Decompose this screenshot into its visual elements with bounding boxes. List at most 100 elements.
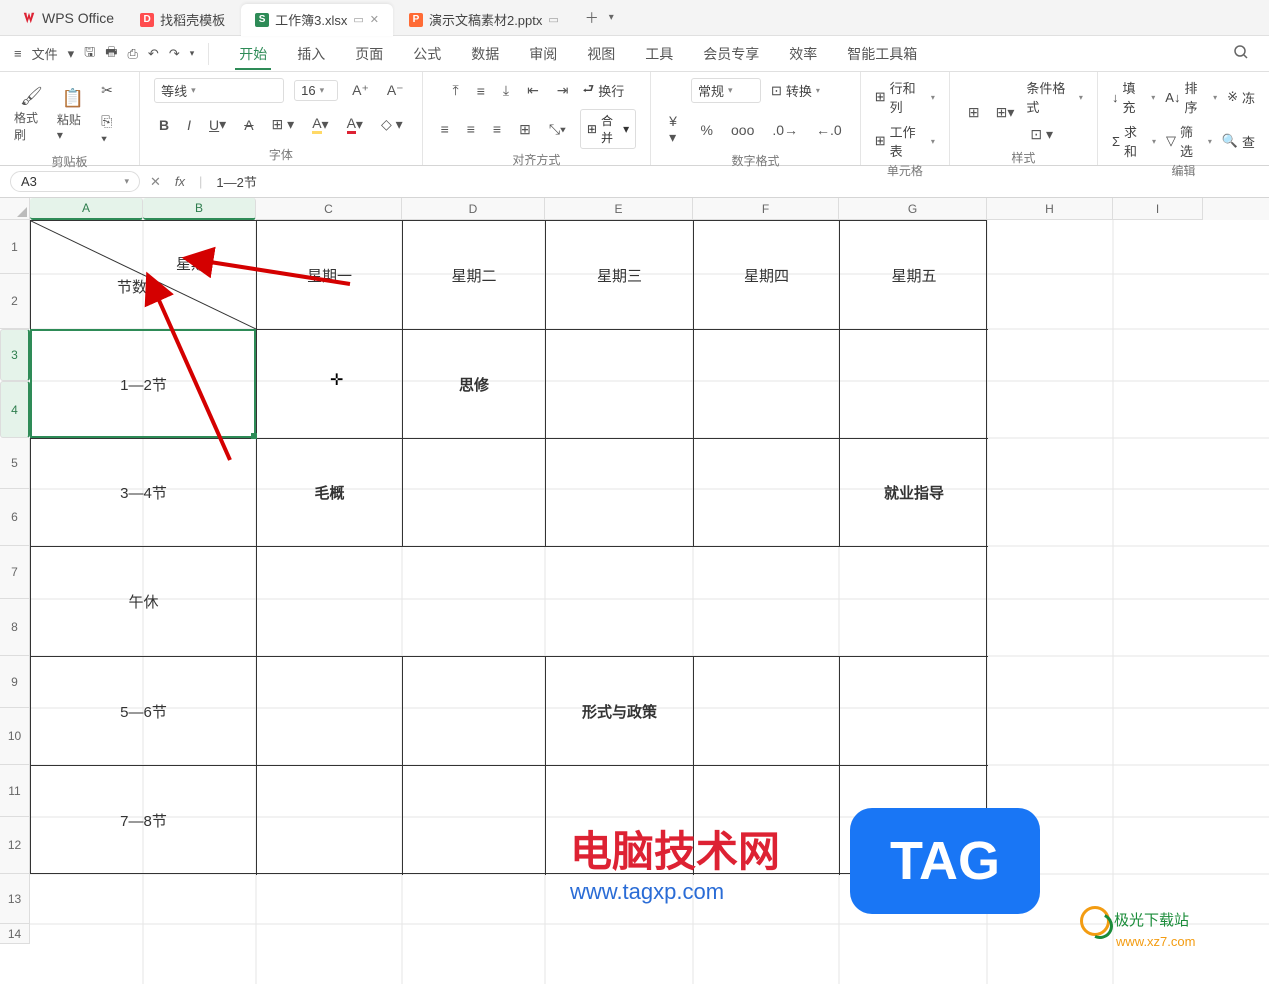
redo-icon[interactable]: ↷ <box>169 46 180 62</box>
percent-icon[interactable]: % <box>697 118 717 142</box>
search-icon[interactable] <box>1227 38 1255 69</box>
row-header[interactable]: 9 <box>0 656 30 708</box>
number-format-select[interactable]: 常规▾ <box>691 78 761 103</box>
cell[interactable] <box>694 439 840 547</box>
paste-button[interactable]: 📋粘贴 ▾ <box>57 88 89 142</box>
style-icon[interactable]: ⊡ ▾ <box>1026 122 1083 147</box>
align-top-icon[interactable]: ⤒ <box>448 78 462 103</box>
window-icon[interactable]: ▭ <box>353 13 363 26</box>
cell[interactable]: 就业指导 <box>840 439 988 547</box>
cell[interactable] <box>546 439 694 547</box>
format-painter-button[interactable]: 🖌格式刷 <box>14 86 49 143</box>
increase-font-icon[interactable]: A⁺ <box>348 78 373 103</box>
merge-button[interactable]: ⊞ 合并 ▾ <box>580 109 636 149</box>
sort-button[interactable]: A↓ 排序 ▾ <box>1165 78 1217 116</box>
cancel-formula-icon[interactable]: ✕ <box>150 174 161 190</box>
col-header-g[interactable]: G <box>839 198 987 220</box>
indent-dec-icon[interactable]: ⇤ <box>523 78 543 103</box>
menu-data[interactable]: 数据 <box>467 38 503 70</box>
col-header-d[interactable]: D <box>402 198 545 220</box>
menu-review[interactable]: 审阅 <box>525 38 561 70</box>
font-name-select[interactable]: 等线▾ <box>154 78 284 103</box>
print-icon[interactable]: 🖶 <box>105 43 117 65</box>
col-header-f[interactable]: F <box>693 198 839 220</box>
comma-icon[interactable]: ooo <box>727 118 758 142</box>
table-style-icon[interactable]: ⊞▾ <box>992 100 1019 125</box>
menu-formula[interactable]: 公式 <box>409 38 445 70</box>
row-header[interactable]: 10 <box>0 708 30 765</box>
row-header[interactable]: 13 <box>0 874 30 924</box>
cell[interactable]: 形式与政策 <box>546 657 694 766</box>
italic-icon[interactable]: I <box>183 113 195 137</box>
find-button[interactable]: 🔍 查 <box>1222 132 1255 151</box>
qa-dropdown-icon[interactable]: ▾ <box>190 48 195 59</box>
row-header[interactable]: 1 <box>0 220 30 274</box>
row-header[interactable]: 11 <box>0 765 30 817</box>
row-col-button[interactable]: ⊞ 行和列 ▾ <box>875 78 935 116</box>
save-btn-icon[interactable]: 🖫 <box>84 43 95 65</box>
cell[interactable] <box>257 330 403 439</box>
period-cell[interactable]: 7—8节 <box>31 766 257 875</box>
menu-member[interactable]: 会员专享 <box>699 38 763 70</box>
th-thu[interactable]: 星期四 <box>694 221 840 330</box>
worksheet-button[interactable]: ⊞ 工作表 ▾ <box>875 122 935 160</box>
menu-smart[interactable]: 智能工具箱 <box>843 38 921 70</box>
align-bottom-icon[interactable]: ⤓ <box>499 78 513 103</box>
indent-inc-icon[interactable]: ⇥ <box>553 78 573 103</box>
row-header[interactable]: 6 <box>0 489 30 546</box>
row-header[interactable]: 12 <box>0 817 30 874</box>
file-menu[interactable]: 文件 <box>32 44 58 63</box>
th-tue[interactable]: 星期二 <box>403 221 546 330</box>
col-header-a[interactable]: A <box>30 198 143 220</box>
period-cell[interactable]: 5—6节 <box>31 657 257 766</box>
dec-decimal-icon[interactable]: ←.0 <box>812 118 846 142</box>
menu-page[interactable]: 页面 <box>351 38 387 70</box>
menu-view[interactable]: 视图 <box>583 38 619 70</box>
inc-decimal-icon[interactable]: .0→ <box>768 118 802 142</box>
cell[interactable]: 思修 <box>403 330 546 439</box>
cell[interactable] <box>840 657 988 766</box>
justify-icon[interactable]: ⊞ <box>515 117 535 142</box>
align-right-icon[interactable]: ≡ <box>489 117 505 141</box>
preview-icon[interactable]: ⎙ <box>128 46 138 62</box>
fill-button[interactable]: ↓ 填充 ▾ <box>1112 78 1155 116</box>
col-header-c[interactable]: C <box>256 198 402 220</box>
menu-tools[interactable]: 工具 <box>641 38 677 70</box>
cell[interactable] <box>840 330 988 439</box>
diagonal-header-cell[interactable]: 星期 节数 <box>31 221 257 330</box>
row-header[interactable]: 5 <box>0 438 30 489</box>
th-fri[interactable]: 星期五 <box>840 221 988 330</box>
cell[interactable] <box>257 766 403 875</box>
cond-format-button[interactable]: 条件格式 ▾ <box>1026 78 1083 116</box>
undo-icon[interactable]: ↶ <box>148 46 159 62</box>
th-mon[interactable]: 星期一 <box>257 221 403 330</box>
row-header[interactable]: 8 <box>0 599 30 656</box>
row-header[interactable]: 2 <box>0 274 30 329</box>
cell[interactable] <box>694 657 840 766</box>
font-size-select[interactable]: 16▾ <box>294 80 338 101</box>
row-header[interactable]: 4 <box>0 381 30 438</box>
border-icon[interactable]: ⊞ ▾ <box>268 112 299 137</box>
cell[interactable] <box>546 330 694 439</box>
decrease-font-icon[interactable]: A⁻ <box>383 78 408 103</box>
row-header[interactable]: 14 <box>0 924 30 944</box>
cell[interactable] <box>403 657 546 766</box>
cell[interactable]: 毛概 <box>257 439 403 547</box>
save-icon[interactable]: ▾ <box>68 46 75 62</box>
lunch-merged-cell[interactable] <box>257 547 988 657</box>
underline-icon[interactable]: U ▾ <box>205 112 230 137</box>
tab-workbook[interactable]: S 工作簿3.xlsx ▭ ✕ <box>241 4 393 36</box>
col-header-e[interactable]: E <box>545 198 693 220</box>
strike-icon[interactable]: A <box>240 113 257 137</box>
col-header-i[interactable]: I <box>1113 198 1203 220</box>
period-cell[interactable]: 3—4节 <box>31 439 257 547</box>
clear-format-icon[interactable]: ◇ ▾ <box>377 112 407 137</box>
formula-input[interactable]: 1—2节 <box>216 172 256 191</box>
row-header[interactable]: 7 <box>0 546 30 599</box>
menu-insert[interactable]: 插入 <box>293 38 329 70</box>
tab-dropdown-icon[interactable]: ▾ <box>609 12 614 23</box>
font-color-icon[interactable]: A ▾ <box>343 111 367 138</box>
tab-presentation[interactable]: P 演示文稿素材2.pptx ▭ <box>395 4 573 36</box>
cell-style-icon[interactable]: ⊞ <box>964 100 984 125</box>
row-header[interactable]: 3 <box>0 329 30 381</box>
